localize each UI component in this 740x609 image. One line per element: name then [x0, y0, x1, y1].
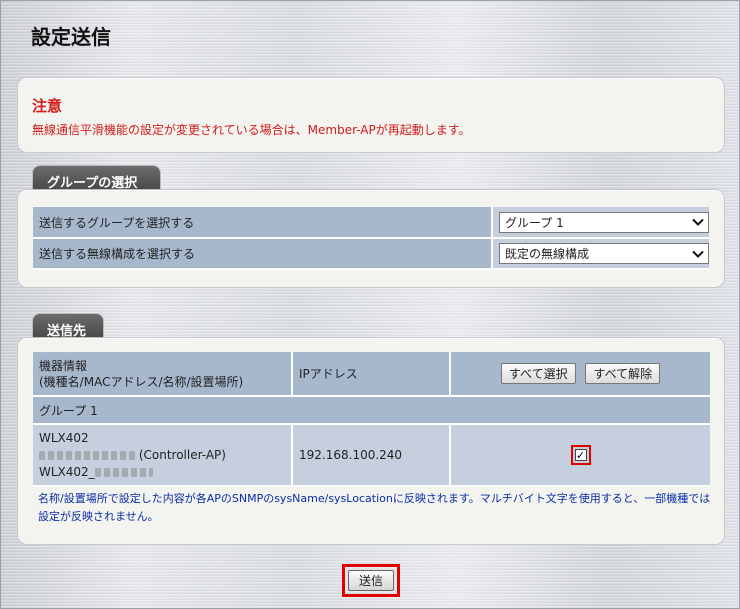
group-dropdown-value: グループ 1	[505, 215, 564, 230]
device-ip-cell: 192.168.100.240	[292, 424, 451, 487]
group-name: グループ 1	[33, 396, 710, 425]
wireless-config-label: 送信する無線構成を選択する	[33, 238, 493, 270]
snmp-note: 名称/設置場所で設定した内容が各APのSNMPのsysName/sysLocat…	[38, 492, 711, 523]
notice-text: 無線通信平滑機能の設定が変更されている場合は、Member-APが再起動します。	[32, 123, 471, 137]
checkbox-highlight: ✓	[570, 445, 591, 465]
redacted-device-name	[94, 467, 153, 477]
group-select-label: 送信するグループを選択する	[33, 207, 493, 239]
device-info-header: 機器情報 (機種名/MACアドレス/名称/設置場所)	[33, 352, 293, 397]
ip-address-header: IPアドレス	[292, 352, 451, 397]
table-row: WLX402 (Controller-AP) WLX402_ 192.168.1…	[33, 424, 710, 487]
select-all-button[interactable]: すべて選択	[500, 363, 576, 384]
destination-table: 機器情報 (機種名/MACアドレス/名称/設置場所) IPアドレス すべて選択 …	[33, 352, 710, 487]
deselect-all-button[interactable]: すべて解除	[585, 363, 661, 384]
group-dropdown[interactable]: グループ 1	[499, 211, 709, 233]
wireless-config-row: 送信する無線構成を選択する 既定の無線構成	[33, 238, 709, 270]
group-row: グループ 1	[33, 396, 710, 425]
chevron-down-icon	[692, 250, 704, 258]
device-checkbox[interactable]: ✓	[574, 449, 587, 461]
tab-destination: 送信先	[32, 313, 104, 339]
chevron-down-icon	[692, 218, 704, 226]
group-select-row: 送信するグループを選択する グループ 1	[33, 207, 709, 239]
redacted-mac-address	[39, 450, 135, 460]
page-title: 設定送信	[31, 25, 111, 49]
group-select-table: 送信するグループを選択する グループ 1 送信する無線構成を選択する 既定の無線…	[33, 207, 709, 270]
device-info-cell: WLX402 (Controller-AP) WLX402_	[33, 424, 293, 487]
destination-panel: 機器情報 (機種名/MACアドレス/名称/設置場所) IPアドレス すべて選択 …	[17, 337, 725, 545]
send-button[interactable]: 送信	[348, 570, 394, 591]
device-checkbox-cell: ✓	[450, 424, 710, 487]
device-role: (Controller-AP)	[138, 447, 226, 462]
device-name-prefix: WLX402_	[39, 464, 95, 479]
destination-header-row: 機器情報 (機種名/MACアドレス/名称/設置場所) IPアドレス すべて選択 …	[33, 352, 710, 397]
wireless-config-dropdown[interactable]: 既定の無線構成	[499, 243, 709, 264]
notice-panel: 注意 無線通信平滑機能の設定が変更されている場合は、Member-APが再起動し…	[17, 77, 725, 153]
device-model: WLX402	[39, 430, 89, 445]
notice-title: 注意	[32, 97, 63, 115]
send-button-highlight: 送信	[342, 564, 400, 597]
group-select-panel: 送信するグループを選択する グループ 1 送信する無線構成を選択する 既定の無線…	[17, 189, 725, 288]
tab-group-select: グループの選択	[32, 165, 161, 191]
selection-header: すべて選択 すべて解除	[450, 352, 710, 397]
wireless-config-value: 既定の無線構成	[505, 247, 590, 261]
